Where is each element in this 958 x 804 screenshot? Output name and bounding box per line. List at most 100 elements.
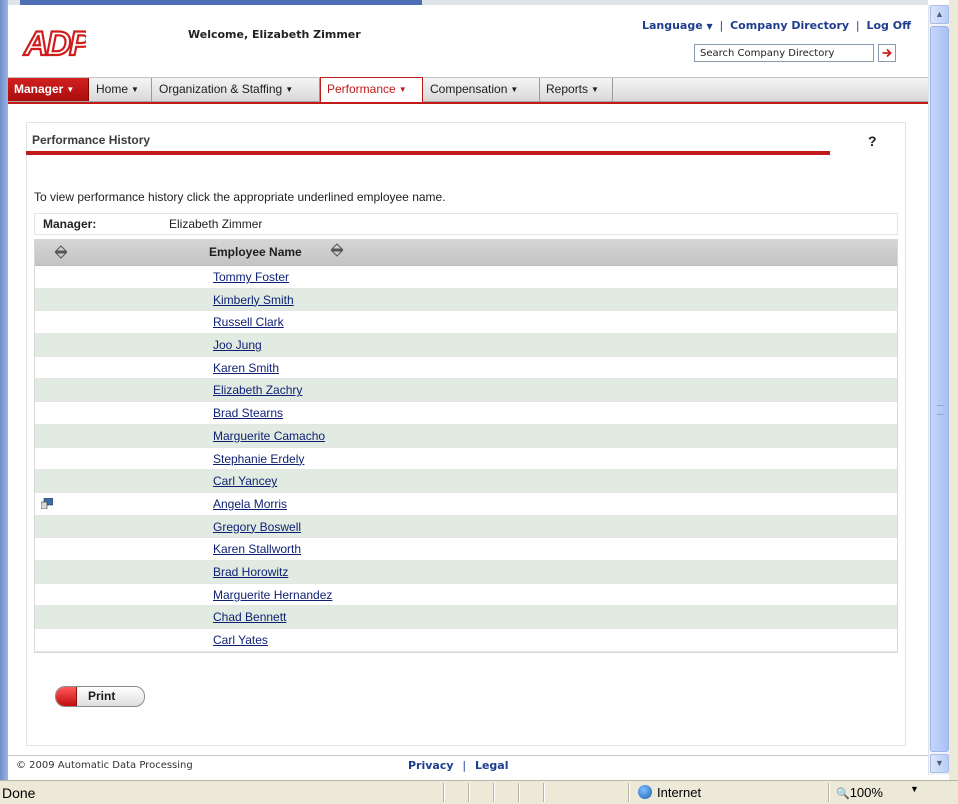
employee-name-link[interactable]: Stephanie Erdely [213, 452, 304, 466]
footer-links: Privacy | Legal [408, 759, 509, 772]
table-row: Joo Jung [35, 334, 897, 357]
instructions-text: To view performance history click the ap… [34, 190, 446, 204]
footer: © 2009 Automatic Data Processing Privacy… [8, 755, 928, 776]
print-button-label: Print [88, 689, 116, 703]
chevron-down-icon: ▼ [591, 85, 599, 94]
table-row: Elizabeth Zachry [35, 379, 897, 403]
legal-link[interactable]: Legal [475, 759, 509, 772]
scrollbar-thumb[interactable] [930, 26, 949, 752]
top-links: Language ▼ | Company Directory | Log Off [642, 19, 911, 32]
employee-name-link[interactable]: Gregory Boswell [213, 520, 301, 534]
svg-text:ADP: ADP [23, 25, 86, 61]
chevron-down-icon: ▼ [398, 85, 407, 94]
employee-name-link[interactable]: Russell Clark [213, 315, 284, 329]
table-row: Kimberly Smith [35, 288, 897, 312]
status-text: Done [2, 785, 36, 801]
table-row: Carl Yancey [35, 470, 897, 493]
table-row: Gregory Boswell [35, 515, 897, 539]
chevron-down-icon: ▼ [706, 22, 713, 31]
nav-performance-label: Performance [327, 82, 396, 96]
zoom-level: 100% [849, 785, 883, 800]
manager-value: Elizabeth Zimmer [169, 217, 263, 231]
employee-table: Employee Name Tommy Foster Kimberly Smith… [34, 239, 898, 653]
employee-status-icon [41, 497, 53, 509]
scroll-down-icon[interactable]: ▼ [930, 754, 949, 773]
copyright-text: © 2009 Automatic Data Processing [16, 760, 193, 771]
nav-home-label: Home [96, 82, 129, 96]
employee-name-link[interactable]: Brad Horowitz [213, 565, 288, 579]
nav-compensation-label: Compensation [430, 82, 508, 96]
search-go-arrow-icon[interactable] [878, 44, 896, 62]
table-row: Marguerite Hernandez [35, 584, 897, 607]
status-divider [468, 783, 470, 802]
sort-icon[interactable] [329, 242, 345, 258]
table-row: Brad Stearns [35, 402, 897, 425]
divider: | [462, 759, 467, 772]
employee-name-link[interactable]: Marguerite Hernandez [213, 588, 332, 602]
employee-name-link[interactable]: Angela Morris [213, 497, 287, 511]
search-input[interactable]: Search Company Directory [694, 44, 874, 62]
chevron-down-icon: ▼ [66, 85, 75, 94]
manager-row: Manager: Elizabeth Zimmer [34, 213, 898, 235]
table-row: Marguerite Camacho [35, 424, 897, 448]
nav-performance[interactable]: Performance ▼ [320, 77, 423, 102]
employee-name-link[interactable]: Kimberly Smith [213, 293, 294, 307]
employee-name-link[interactable]: Brad Stearns [213, 406, 283, 420]
adp-logo: ADP [22, 24, 86, 61]
employee-name-link[interactable]: Tommy Foster [213, 270, 289, 284]
status-divider [443, 783, 445, 802]
status-bar: Done Internet 🔍100% ▼ [0, 780, 958, 804]
employee-name-header[interactable]: Employee Name [209, 245, 302, 259]
globe-icon [638, 785, 652, 799]
window-frame-right [949, 0, 958, 803]
table-row: Russell Clark [35, 311, 897, 335]
table-row: Brad Horowitz [35, 560, 897, 584]
nav-compensation[interactable]: Compensation ▼ [424, 78, 540, 101]
nav-organization-staffing[interactable]: Organization & Staffing ▼ [153, 78, 320, 101]
manager-label: Manager: [43, 217, 97, 231]
status-divider [543, 783, 545, 802]
chevron-down-icon[interactable]: ▼ [910, 784, 919, 794]
sort-icon[interactable] [53, 244, 69, 260]
privacy-link[interactable]: Privacy [408, 759, 454, 772]
employee-name-link[interactable]: Karen Smith [213, 361, 279, 375]
status-divider [628, 783, 630, 802]
security-zone-label: Internet [657, 785, 702, 800]
employee-name-link[interactable]: Elizabeth Zachry [213, 383, 302, 397]
employee-name-link[interactable]: Carl Yates [213, 633, 268, 647]
nav-manager[interactable]: Manager ▼ [8, 78, 89, 101]
employee-name-link[interactable]: Karen Stallworth [213, 542, 301, 556]
chevron-down-icon: ▼ [131, 85, 139, 94]
table-row: Karen Smith [35, 357, 897, 380]
language-menu[interactable]: Language ▼ [642, 19, 713, 32]
nav-manager-label: Manager [14, 82, 64, 96]
table-header: Employee Name [35, 239, 897, 266]
nav-home[interactable]: Home ▼ [90, 78, 152, 101]
nav-reports[interactable]: Reports ▼ [540, 78, 613, 101]
welcome-message: Welcome, Elizabeth Zimmer [188, 28, 361, 41]
nav-organization-label: Organization & Staffing [159, 82, 283, 96]
print-button[interactable]: Print [55, 686, 145, 707]
log-off-link[interactable]: Log Off [866, 19, 911, 32]
nav-underline [8, 102, 928, 104]
nav-reports-label: Reports [546, 82, 589, 96]
table-row: Carl Yates [35, 629, 897, 652]
page: ADP Welcome, Elizabeth Zimmer Language ▼… [8, 5, 928, 779]
employee-name-link[interactable]: Carl Yancey [213, 474, 277, 488]
vertical-scrollbar[interactable]: ▲ ▼ [928, 5, 950, 775]
employee-name-link[interactable]: Joo Jung [213, 338, 262, 352]
title-underline [26, 151, 830, 155]
help-icon[interactable]: ? [868, 133, 877, 149]
magnifier-icon: 🔍 [836, 788, 850, 800]
zoom-control[interactable]: 🔍100% [836, 785, 883, 800]
scroll-up-icon[interactable]: ▲ [930, 5, 949, 24]
employee-name-link[interactable]: Marguerite Camacho [213, 429, 325, 443]
company-directory-link[interactable]: Company Directory [730, 19, 849, 32]
table-row: Chad Bennett [35, 606, 897, 629]
table-row: Tommy Foster [35, 266, 897, 289]
status-divider [493, 783, 495, 802]
divider: | [855, 19, 860, 32]
divider: | [719, 19, 724, 32]
employee-name-link[interactable]: Chad Bennett [213, 610, 286, 624]
chevron-down-icon: ▼ [285, 85, 294, 94]
